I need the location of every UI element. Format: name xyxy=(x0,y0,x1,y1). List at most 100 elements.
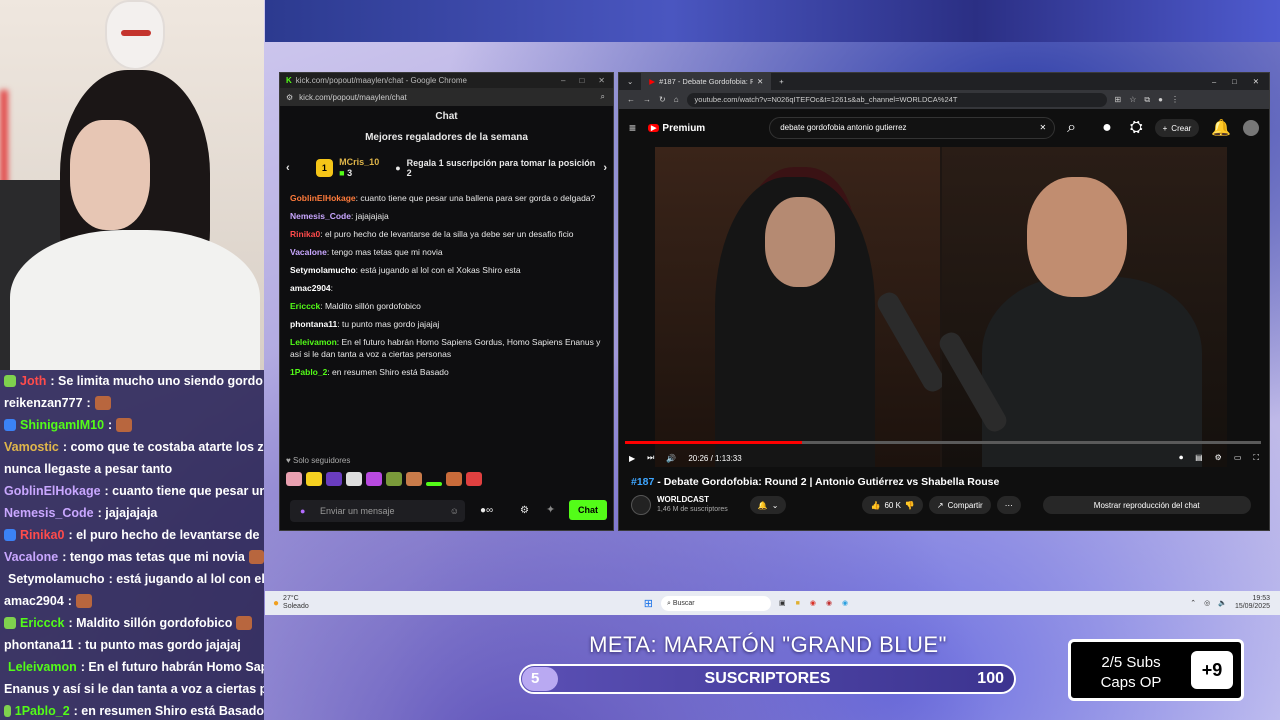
site-info-icon[interactable]: ⚙ xyxy=(286,93,293,102)
like-button[interactable]: 👍 60 K 👎 xyxy=(862,496,923,514)
prev-arrow-icon[interactable]: ‹ xyxy=(286,162,290,174)
subtitles-icon[interactable]: ▤ xyxy=(1195,453,1203,463)
telegram-icon[interactable]: ◉ xyxy=(842,599,848,607)
chat-username[interactable]: 1Pablo_2 xyxy=(290,367,327,377)
video-player[interactable] xyxy=(655,147,1227,467)
chat-send-button[interactable]: Chat xyxy=(569,500,607,520)
install-icon[interactable]: ⊞ xyxy=(1115,95,1122,104)
emote-10[interactable] xyxy=(466,472,482,486)
chat-username[interactable]: GoblinElHokage xyxy=(290,193,356,203)
gift-icon: ■ xyxy=(339,168,345,178)
chat-username[interactable]: Leleivamon xyxy=(290,337,337,347)
chat-username[interactable]: Ericcck xyxy=(290,301,320,311)
chrome-icon[interactable]: ◉ xyxy=(810,599,816,607)
loyalty-icon[interactable]: ●∞ xyxy=(480,505,493,516)
yt-minimize-icon[interactable]: – xyxy=(1212,77,1216,86)
video-episode-tag[interactable]: #187 xyxy=(631,476,654,488)
chat-username[interactable]: phontana11 xyxy=(290,319,337,329)
emote-6[interactable] xyxy=(386,472,402,486)
fullscreen-icon[interactable]: ⛶ xyxy=(1253,453,1259,463)
search-icon[interactable]: ⌕ xyxy=(1067,119,1076,137)
overlay-chat-text: : el puro hecho de levantarse de xyxy=(68,528,260,542)
tab-youtube[interactable]: ▶ #187 - Debate Gordofobia: Ro ✕ xyxy=(641,73,772,90)
create-label: Crear xyxy=(1171,123,1192,133)
forward-icon[interactable]: → xyxy=(643,95,651,104)
kick-urlbar[interactable]: ⚙ kick.com/popout/maaylen/chat ⌕ xyxy=(280,88,613,106)
emote-3[interactable] xyxy=(326,472,342,486)
theater-mode-icon[interactable]: ▭ xyxy=(1234,453,1242,463)
channel-avatar[interactable] xyxy=(631,495,651,515)
mic-icon[interactable]: ● xyxy=(300,500,305,522)
video-progress-bar[interactable] xyxy=(625,441,1261,444)
channel-name[interactable]: WORLDCAST xyxy=(657,495,728,505)
volume-icon[interactable]: 🔊 xyxy=(666,454,676,463)
emote-8[interactable] xyxy=(426,482,442,486)
network-icon[interactable]: ◎ xyxy=(1204,599,1210,607)
clear-search-icon[interactable]: ✕ xyxy=(1039,118,1046,138)
home-icon[interactable]: ⌂ xyxy=(674,95,679,104)
thumbs-down-icon[interactable]: 👎 xyxy=(905,501,915,510)
more-button[interactable]: ⋯ xyxy=(996,496,1021,514)
emote-4[interactable] xyxy=(346,472,362,486)
next-arrow-icon[interactable]: › xyxy=(603,162,607,174)
extensions-icon[interactable]: ⧉ xyxy=(1144,95,1150,105)
reload-icon[interactable]: ↻ xyxy=(659,95,666,104)
chat-username[interactable]: Setymolamucho xyxy=(290,265,356,275)
emote-7[interactable] xyxy=(406,472,422,486)
minimize-icon[interactable]: – xyxy=(561,76,565,85)
volume-tray-icon[interactable]: 🔈 xyxy=(1218,599,1227,607)
mod-icon[interactable]: ✦ xyxy=(546,503,555,516)
back-icon[interactable]: ← xyxy=(627,95,635,104)
gift-cta[interactable]: Regala 1 suscripción para tomar la posic… xyxy=(407,158,598,178)
share-button[interactable]: ↗ Compartir xyxy=(928,496,991,514)
browser-menu-icon[interactable]: ⋮ xyxy=(1171,95,1179,104)
maximize-icon[interactable]: □ xyxy=(579,76,584,85)
tab-title: #187 - Debate Gordofobia: Ro xyxy=(659,77,753,86)
new-tab-icon[interactable]: + xyxy=(771,77,791,86)
chat-username[interactable]: Vacalone xyxy=(290,247,327,257)
autoplay-toggle[interactable]: ⏺ xyxy=(1179,453,1183,463)
emote-1[interactable] xyxy=(286,472,302,486)
chat-username[interactable]: amac2904 xyxy=(290,283,331,293)
tray-chevron-icon[interactable]: ⌃ xyxy=(1190,599,1196,607)
settings-gear-icon[interactable]: ⚙ xyxy=(1215,453,1222,463)
play-icon[interactable]: ▶ xyxy=(629,454,635,463)
settings-icon[interactable]: ⚙ xyxy=(520,505,529,516)
taskbar-search[interactable]: ⌕ Buscar xyxy=(660,595,771,611)
zoom-icon[interactable]: ⌕ xyxy=(601,92,613,102)
emoji-icon[interactable]: ☺ xyxy=(450,500,459,522)
cast-icon[interactable]: ⛭ xyxy=(1130,119,1143,137)
chat-input[interactable]: ● Enviar un mensaje ☺ xyxy=(290,500,465,522)
next-video-icon[interactable]: ⏭ xyxy=(647,453,654,463)
create-button[interactable]: + Crear xyxy=(1154,119,1200,137)
youtube-search-input[interactable]: debate gordofobia antonio gutierrez ✕ xyxy=(769,117,1056,139)
overlay-chat-text: : jajajajaja xyxy=(97,506,158,520)
tab-close-icon[interactable]: ✕ xyxy=(757,77,763,86)
app-icon[interactable]: ◉ xyxy=(826,599,832,607)
start-icon[interactable]: ⊞ xyxy=(644,597,653,610)
youtube-logo[interactable]: ▶ Premium xyxy=(648,123,705,134)
chat-username[interactable]: Nemesis_Code xyxy=(290,211,351,221)
gifter-name[interactable]: MCris_10 xyxy=(339,157,379,168)
show-chat-replay-button[interactable]: Mostrar reproducción del chat xyxy=(1042,496,1251,514)
notifications-icon[interactable]: 🔔 xyxy=(1211,118,1231,138)
emote-2[interactable] xyxy=(306,472,322,486)
profile-icon[interactable]: ● xyxy=(1158,95,1163,104)
close-icon[interactable]: ✕ xyxy=(598,76,605,85)
file-explorer-icon[interactable]: ■ xyxy=(796,600,800,607)
address-bar[interactable]: youtube.com/watch?v=N026qITEFOc&t=1261s&… xyxy=(686,92,1107,107)
task-view-icon[interactable]: ▣ xyxy=(779,599,786,607)
emote-9[interactable] xyxy=(446,472,462,486)
avatar[interactable] xyxy=(1243,120,1259,136)
hamburger-icon[interactable]: ≡ xyxy=(629,121,636,135)
yt-maximize-icon[interactable]: □ xyxy=(1232,77,1237,86)
chat-username[interactable]: Rinika0 xyxy=(290,229,320,239)
voice-search-icon[interactable]: ● xyxy=(1102,119,1112,137)
bookmark-icon[interactable]: ☆ xyxy=(1129,95,1136,104)
like-count: 60 K xyxy=(884,500,901,510)
weather-widget[interactable]: ● 27°C Soleado xyxy=(265,595,309,611)
subscribed-bell-button[interactable]: 🔔 ⌄ xyxy=(749,496,787,514)
yt-close-icon[interactable]: ✕ xyxy=(1253,77,1259,86)
emote-5[interactable] xyxy=(366,472,382,486)
tab-menu-icon[interactable]: ⌄ xyxy=(619,77,641,86)
